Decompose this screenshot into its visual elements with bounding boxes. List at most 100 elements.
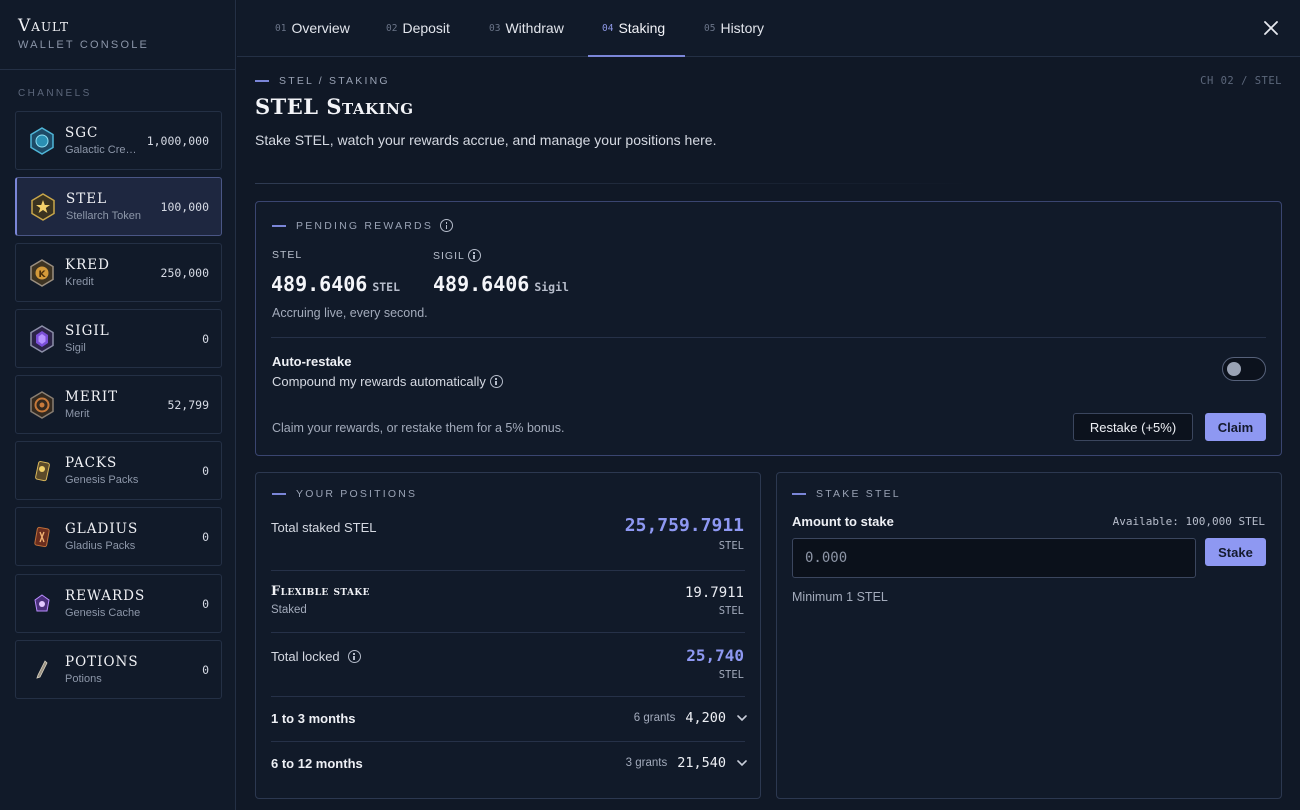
accent-dash: [272, 493, 286, 495]
close-icon[interactable]: [1260, 17, 1282, 39]
chevron-down-icon[interactable]: [736, 712, 748, 724]
tab-deposit[interactable]: 02 Deposit: [386, 0, 450, 56]
total-locked-label-text: Total locked: [271, 649, 340, 664]
merit-coin-icon: [27, 390, 57, 420]
page-description: Stake STEL, watch your rewards accrue, a…: [255, 132, 717, 148]
sidebar-item-gladius[interactable]: GLADIUS Gladius Packs 0: [15, 507, 222, 566]
grant-row-1-3-months[interactable]: 1 to 3 months 6 grants 4,200: [271, 707, 748, 729]
pack-icon: [27, 456, 57, 486]
sigil-reward-label-text: SIGIL: [433, 249, 465, 262]
brand-title: Vault: [18, 16, 70, 36]
stake-button[interactable]: Stake: [1205, 538, 1266, 566]
info-icon[interactable]: [440, 219, 454, 232]
channel-balance: 100,000: [160, 199, 209, 214]
sigil-coin-icon: [27, 324, 57, 354]
sidebar-item-rewards[interactable]: REWARDS Genesis Cache 0: [15, 574, 222, 633]
total-locked-amount: 25,740 STEL: [686, 646, 744, 681]
flexible-stake-title: Flexible stake: [271, 584, 370, 599]
sidebar-item-packs[interactable]: PACKS Genesis Packs 0: [15, 441, 222, 500]
sidebar-item-sgc[interactable]: SGC Galactic Credits 1,000,000: [15, 111, 222, 170]
stake-label: STAKE STEL: [792, 488, 901, 500]
positions-panel: YOUR POSITIONS Total staked STEL 25,759.…: [255, 472, 761, 799]
tab-number: 03: [489, 22, 501, 34]
flexible-stake-subtitle: Staked: [271, 604, 307, 616]
brand-subtitle: WALLET CONSOLE: [18, 39, 150, 51]
tab-number: 04: [602, 22, 614, 34]
cache-icon: [27, 589, 57, 619]
total-staked-label: Total staked STEL: [271, 520, 377, 535]
sgc-coin-icon: [27, 126, 57, 156]
auto-restake-toggle[interactable]: [1222, 357, 1266, 381]
tab-label: Deposit: [402, 20, 450, 36]
info-icon[interactable]: [467, 249, 481, 262]
channel-subtitle: Sigil: [65, 342, 86, 354]
sigil-reward-value: 489.6406: [433, 272, 530, 296]
stel-reward-label: STEL: [272, 249, 303, 261]
channel-subtitle: Stellarch Token: [66, 210, 142, 222]
positions-divider: [271, 741, 745, 742]
sidebar-item-sigil[interactable]: SIGIL Sigil 0: [15, 309, 222, 368]
sidebar-item-potions[interactable]: POTIONS Potions 0: [15, 640, 222, 699]
total-staked-value: 25,759.7911: [624, 515, 744, 536]
tab-label: History: [720, 20, 765, 36]
channel-balance: 0: [202, 463, 209, 478]
active-tab-indicator: [588, 55, 685, 57]
breadcrumb: STEL / STAKING: [255, 75, 390, 87]
sidebar-item-stel[interactable]: STEL Stellarch Token 100,000: [15, 177, 222, 236]
sidebar-item-merit[interactable]: MERIT Merit 52,799: [15, 375, 222, 434]
channel-balance: 0: [202, 662, 209, 677]
stel-reward-amount: 489.6406 STEL: [271, 272, 400, 296]
restake-button[interactable]: Restake (+5%): [1073, 413, 1193, 441]
grant-period: 1 to 3 months: [271, 710, 356, 726]
sidebar-item-kred[interactable]: K KRED Kredit 250,000: [15, 243, 222, 302]
channel-name: SGC: [65, 125, 99, 141]
claim-button[interactable]: Claim: [1205, 413, 1266, 441]
kred-coin-icon: K: [27, 258, 57, 288]
channel-subtitle: Kredit: [65, 276, 94, 288]
channel-name: GLADIUS: [65, 521, 139, 537]
channel-balance: 0: [202, 529, 209, 544]
tab-number: 02: [386, 22, 398, 34]
channel-name: REWARDS: [65, 588, 146, 604]
grant-row-6-12-months[interactable]: 6 to 12 months 3 grants 21,540: [271, 752, 748, 774]
positions-label-text: YOUR POSITIONS: [296, 488, 418, 500]
tab-label: Staking: [618, 20, 666, 36]
positions-divider: [271, 632, 745, 633]
pending-rewards-label: PENDING REWARDS: [272, 219, 454, 232]
sigil-reward-unit: Sigil: [534, 280, 569, 294]
tab-history[interactable]: 05 History: [704, 0, 764, 56]
sigil-reward-amount: 489.6406 Sigil: [433, 272, 569, 296]
info-icon[interactable]: [489, 375, 503, 388]
info-icon[interactable]: [347, 650, 361, 663]
pending-rewards-panel: PENDING REWARDS STEL 489.6406 STEL SIGIL …: [255, 201, 1282, 456]
tab-staking[interactable]: 04 Staking: [602, 0, 665, 56]
channel-reference: CH 02 / STEL: [1200, 75, 1282, 87]
grant-value: 21,540: [677, 755, 726, 771]
grant-value: 4,200: [685, 710, 726, 726]
stake-amount-input[interactable]: [792, 538, 1196, 578]
tab-label: Withdraw: [505, 20, 564, 36]
tab-label: Overview: [291, 20, 350, 36]
sidebar: Vault WALLET CONSOLE CHANNELS SGC Galacti…: [0, 0, 236, 810]
claim-note: Claim your rewards, or restake them for …: [272, 421, 565, 435]
stake-panel: STAKE STEL Amount to stake Available: 10…: [776, 472, 1282, 799]
channel-name: STEL: [66, 191, 108, 207]
chevron-down-icon[interactable]: [736, 757, 748, 769]
total-locked-value: 25,740: [686, 646, 744, 665]
minimum-stake-note: Minimum 1 STEL: [792, 590, 888, 604]
channel-balance: 0: [202, 596, 209, 611]
total-staked-unit: STEL: [718, 540, 744, 552]
channel-name: KRED: [65, 257, 110, 273]
positions-label: YOUR POSITIONS: [272, 488, 417, 500]
auto-restake-description: Compound my rewards automatically: [272, 374, 503, 389]
tab-overview[interactable]: 01 Overview: [275, 0, 350, 56]
accent-dash: [272, 224, 286, 227]
header-divider: [255, 183, 975, 184]
grant-period: 6 to 12 months: [271, 755, 363, 771]
channel-subtitle: Gladius Packs: [65, 540, 136, 552]
grant-count: 3 grants: [625, 757, 668, 769]
gladius-pack-icon: [27, 522, 57, 552]
flexible-stake-unit: STEL: [718, 605, 744, 617]
accent-dash: [792, 493, 806, 495]
tab-withdraw[interactable]: 03 Withdraw: [489, 0, 564, 56]
